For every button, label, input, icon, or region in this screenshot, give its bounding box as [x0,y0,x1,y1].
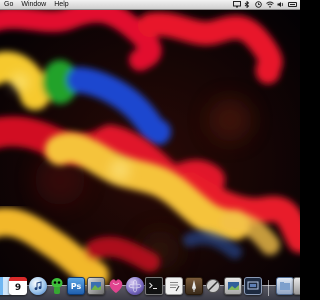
alien-app-icon[interactable] [48,277,66,295]
ical-day: 9 [14,283,22,293]
menu-window[interactable]: Window [17,0,50,9]
display-icon[interactable] [233,1,241,8]
bluetooth-icon[interactable] [244,0,252,9]
menu-help[interactable]: Help [50,0,72,9]
menu-go[interactable]: Go [0,0,17,9]
photoshop-icon[interactable]: Ps [67,277,85,295]
dock-separator [268,280,269,296]
desktop-wallpaper [0,0,300,300]
dock: 9 Ps [0,276,300,298]
volume-icon[interactable] [277,1,285,8]
preview-app-icon[interactable] [224,277,242,295]
stack-folder-icon[interactable] [276,277,294,295]
desktop-screen: Go Window Help 9 Ps [0,0,300,300]
photoshop-label: Ps [70,281,82,291]
utility-app-icon[interactable] [204,277,222,295]
battery-icon[interactable] [288,2,297,7]
menu-bar: Go Window Help [0,0,300,10]
menu-extras [233,0,300,9]
editor-app-icon[interactable] [185,277,203,295]
trash-icon[interactable] [293,277,300,295]
document-app-icon[interactable] [165,277,183,295]
time-machine-icon[interactable] [255,1,263,8]
screen-app-icon[interactable] [244,277,262,295]
photo-app-icon[interactable] [87,277,105,295]
wifi-icon[interactable] [266,1,274,8]
pink-app-icon[interactable] [107,277,125,295]
ical-icon[interactable]: 9 [9,277,27,295]
terminal-icon[interactable] [145,277,163,295]
itunes-icon[interactable] [29,277,47,295]
globe-app-icon[interactable] [126,277,144,295]
